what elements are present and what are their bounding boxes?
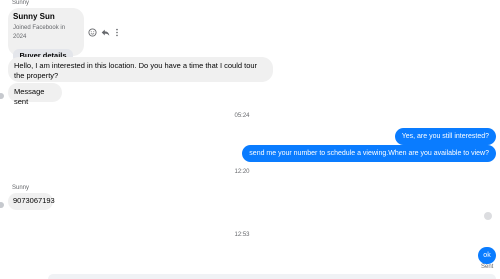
timestamp: 12:20	[234, 169, 250, 175]
sender-name: Sunny	[12, 185, 30, 191]
incoming-message-interest: Hello, I am interested in this location.…	[8, 57, 273, 82]
outgoing-message: send me your number to schedule a viewin…	[242, 145, 496, 162]
sender-name-top: Sunny	[12, 0, 30, 6]
sender-avatar	[0, 93, 4, 99]
card-subtitle: Joined Facebook in 2024	[13, 24, 66, 41]
reply-icon[interactable]	[101, 28, 110, 37]
sender-avatar	[0, 202, 4, 208]
incoming-message-phone: 9073067193	[8, 193, 55, 210]
timestamp: 12:53	[234, 232, 250, 238]
incoming-message-sent-notice: Message sent	[8, 83, 62, 106]
card-name: Sunny Sun	[13, 12, 55, 21]
timestamp: 05:24	[234, 113, 250, 119]
message-status: Sent	[481, 264, 494, 270]
seen-avatar-icon	[484, 212, 492, 220]
outgoing-message: ok	[478, 247, 496, 264]
message-composer[interactable]	[48, 274, 496, 279]
smile-icon[interactable]	[88, 28, 97, 37]
more-dots-icon[interactable]	[114, 28, 120, 37]
outgoing-message: Yes, are you still interested?	[394, 128, 496, 145]
profile-card: Sunny Sun Joined Facebook in 2024 Buyer …	[8, 8, 84, 63]
